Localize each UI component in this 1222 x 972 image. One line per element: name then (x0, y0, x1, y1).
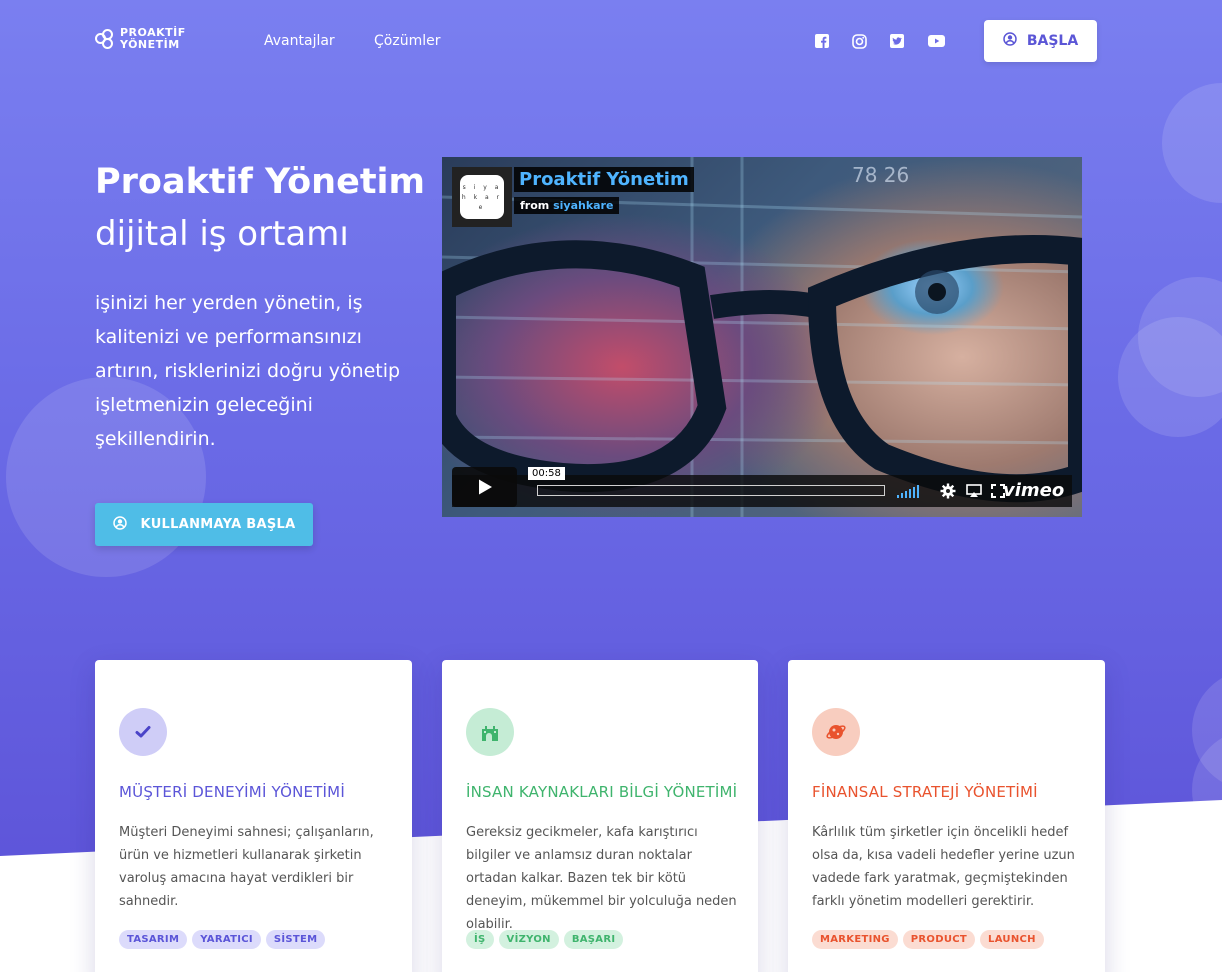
card-description: Gereksiz gecikmeler, kafa karıştırıcı bi… (466, 825, 737, 932)
logo-icon (95, 29, 115, 49)
nav-link-avantajlar[interactable]: Avantajlar (264, 33, 335, 49)
user-circle-icon (1003, 32, 1017, 50)
facebook-icon[interactable] (814, 33, 830, 49)
svg-text:78 26: 78 26 (852, 163, 909, 187)
video-byline: from siyahkare (514, 197, 620, 214)
building-icon (466, 708, 514, 756)
tag-badge[interactable]: PRODUCT (902, 930, 976, 949)
tag-badge[interactable]: MARKETING (812, 930, 898, 949)
author-badge-text: s i y a h k a r e (460, 175, 504, 219)
tag-badge[interactable]: BAŞARI (563, 930, 624, 949)
get-started-button[interactable]: KULLANMAYA BAŞLA (95, 503, 313, 546)
brand-logo[interactable]: PROAKTİF YÖNETİM (95, 27, 186, 51)
byline-author[interactable]: siyahkare (553, 199, 613, 212)
hero-description: işinizi her yerden yönetin, iş kaliteniz… (95, 292, 401, 450)
youtube-icon[interactable] (927, 33, 945, 49)
card-tags: MARKETING PRODUCT LAUNCH (812, 930, 1044, 949)
feature-card-financial-strategy: FİNANSAL STRATEJİ YÖNETİMİ Kârlılık tüm … (788, 660, 1105, 972)
byline-from: from (520, 199, 550, 212)
video-player[interactable]: 78 26 s i y a h k a r e Proaktif Yönetim… (442, 157, 1082, 517)
card-tags: TASARIM YARATICI SİSTEM (119, 930, 326, 949)
volume-icon[interactable] (897, 484, 919, 498)
instagram-icon[interactable] (851, 33, 867, 49)
planet-icon (812, 708, 860, 756)
nav-link-cozumler[interactable]: Çözümler (374, 33, 440, 49)
tag-badge[interactable]: TASARIM (119, 930, 188, 949)
card-description: Kârlılık tüm şirketler için öncelikli he… (812, 825, 1075, 909)
vimeo-logo[interactable]: vimeo (1003, 480, 1064, 501)
tag-badge[interactable]: YARATICI (192, 930, 261, 949)
hero-subtitle: dijital iş ortamı (95, 214, 349, 254)
airplay-icon[interactable] (965, 482, 983, 500)
video-time: 00:58 (528, 467, 565, 480)
tag-badge[interactable]: LAUNCH (980, 930, 1044, 949)
start-button-label: BAŞLA (1026, 33, 1079, 49)
tag-badge[interactable]: SİSTEM (265, 930, 326, 949)
user-circle-icon (112, 515, 127, 534)
play-icon (478, 479, 492, 495)
settings-gear-icon[interactable] (939, 482, 957, 500)
video-controls: 00:58 vimeo (452, 467, 1072, 507)
logo-line2: YÖNETİM (120, 38, 180, 51)
card-title: İNSAN KAYNAKLARI BİLGİ YÖNETİMİ (466, 783, 738, 801)
card-tags: İŞ VİZYON BAŞARI (466, 930, 624, 949)
card-title: MÜŞTERİ DENEYİMİ YÖNETİMİ (119, 783, 345, 801)
feature-card-customer-experience: MÜŞTERİ DENEYİMİ YÖNETİMİ Müşteri Deneyi… (95, 660, 412, 972)
decorative-bubble (1118, 317, 1222, 437)
video-progress-bar[interactable] (537, 485, 885, 496)
get-started-label: KULLANMAYA BAŞLA (140, 517, 296, 532)
checkmark-icon (119, 708, 167, 756)
card-title: FİNANSAL STRATEJİ YÖNETİMİ (812, 783, 1038, 801)
feature-card-hr-knowledge: İNSAN KAYNAKLARI BİLGİ YÖNETİMİ Gereksiz… (442, 660, 758, 972)
top-navbar: PROAKTİF YÖNETİM Avantajlar Çözümler BAŞ… (0, 0, 1222, 84)
logo-text: PROAKTİF YÖNETİM (120, 27, 186, 51)
play-button[interactable] (452, 467, 517, 507)
decorative-bubble (1162, 83, 1222, 203)
author-badge[interactable]: s i y a h k a r e (452, 167, 512, 227)
twitter-icon[interactable] (889, 33, 905, 49)
tag-badge[interactable]: İŞ (466, 930, 494, 949)
video-title[interactable]: Proaktif Yönetim (514, 167, 694, 192)
tag-badge[interactable]: VİZYON (498, 930, 559, 949)
card-description: Müşteri Deneyimi sahnesi; çalışanların, … (119, 825, 374, 909)
hero-title: Proaktif Yönetim (95, 162, 426, 202)
start-button[interactable]: BAŞLA (984, 20, 1097, 62)
